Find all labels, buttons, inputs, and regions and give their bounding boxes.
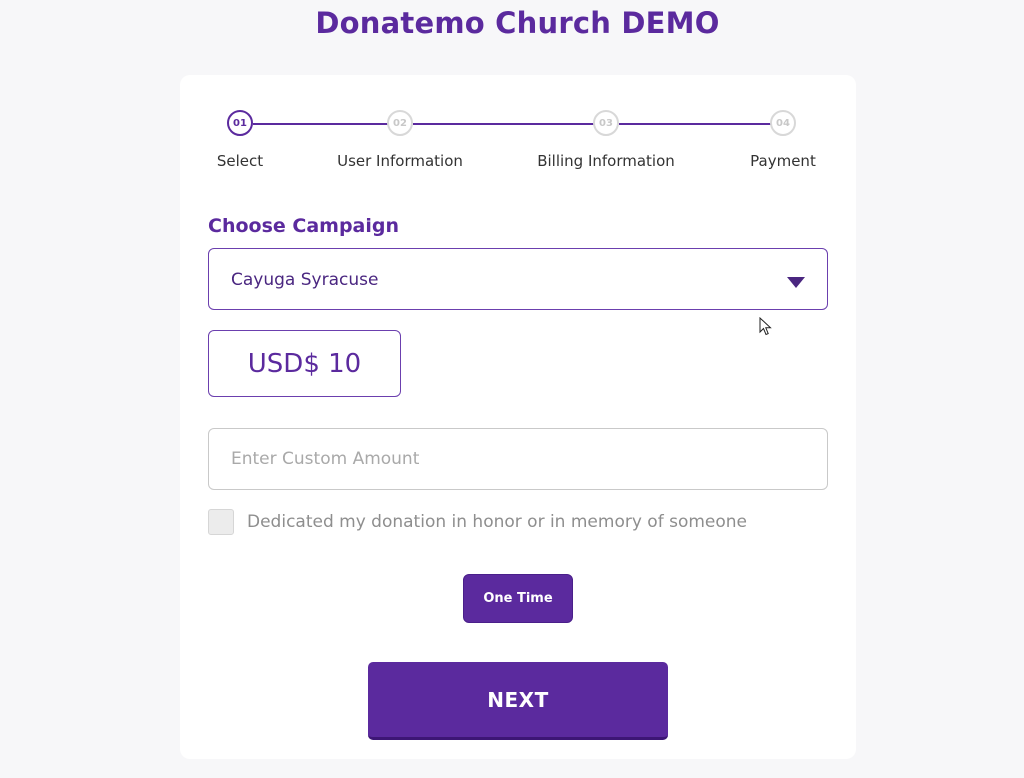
campaign-selected-value: Cayuga Syracuse <box>231 270 379 290</box>
step-3-indicator[interactable]: 03 <box>593 110 619 136</box>
mouse-cursor-icon <box>759 317 772 336</box>
next-button[interactable]: NEXT <box>368 662 668 740</box>
amount-option-label: USD$ 10 <box>247 348 362 379</box>
step-3-number: 03 <box>599 117 613 129</box>
step-2-label: User Information <box>337 152 463 170</box>
step-2-indicator[interactable]: 02 <box>387 110 413 136</box>
stepper-line <box>253 123 401 125</box>
donation-form-card: 01 02 03 04 Select User Information Bill… <box>180 75 856 759</box>
stepper-line <box>413 123 595 125</box>
step-1-indicator[interactable]: 01 <box>227 110 253 136</box>
choose-campaign-label: Choose Campaign <box>208 215 400 237</box>
custom-amount-input[interactable] <box>208 428 828 490</box>
dedication-checkbox[interactable] <box>208 509 234 535</box>
step-2-number: 02 <box>393 117 407 129</box>
dedication-label[interactable]: Dedicated my donation in honor or in mem… <box>247 512 747 532</box>
stepper-line <box>619 123 771 125</box>
step-3-label: Billing Information <box>537 152 675 170</box>
page-title: Donatemo Church DEMO <box>315 6 720 40</box>
one-time-button[interactable]: One Time <box>463 574 573 623</box>
amount-option-button[interactable]: USD$ 10 <box>208 330 401 397</box>
one-time-label: One Time <box>483 591 553 606</box>
caret-down-icon <box>787 277 805 288</box>
step-4-indicator[interactable]: 04 <box>770 110 796 136</box>
next-label: NEXT <box>487 687 549 712</box>
campaign-select[interactable]: Cayuga Syracuse <box>208 248 828 310</box>
step-4-label: Payment <box>750 152 816 170</box>
step-1-label: Select <box>216 152 264 170</box>
step-4-number: 04 <box>776 117 790 129</box>
step-1-number: 01 <box>233 117 247 129</box>
